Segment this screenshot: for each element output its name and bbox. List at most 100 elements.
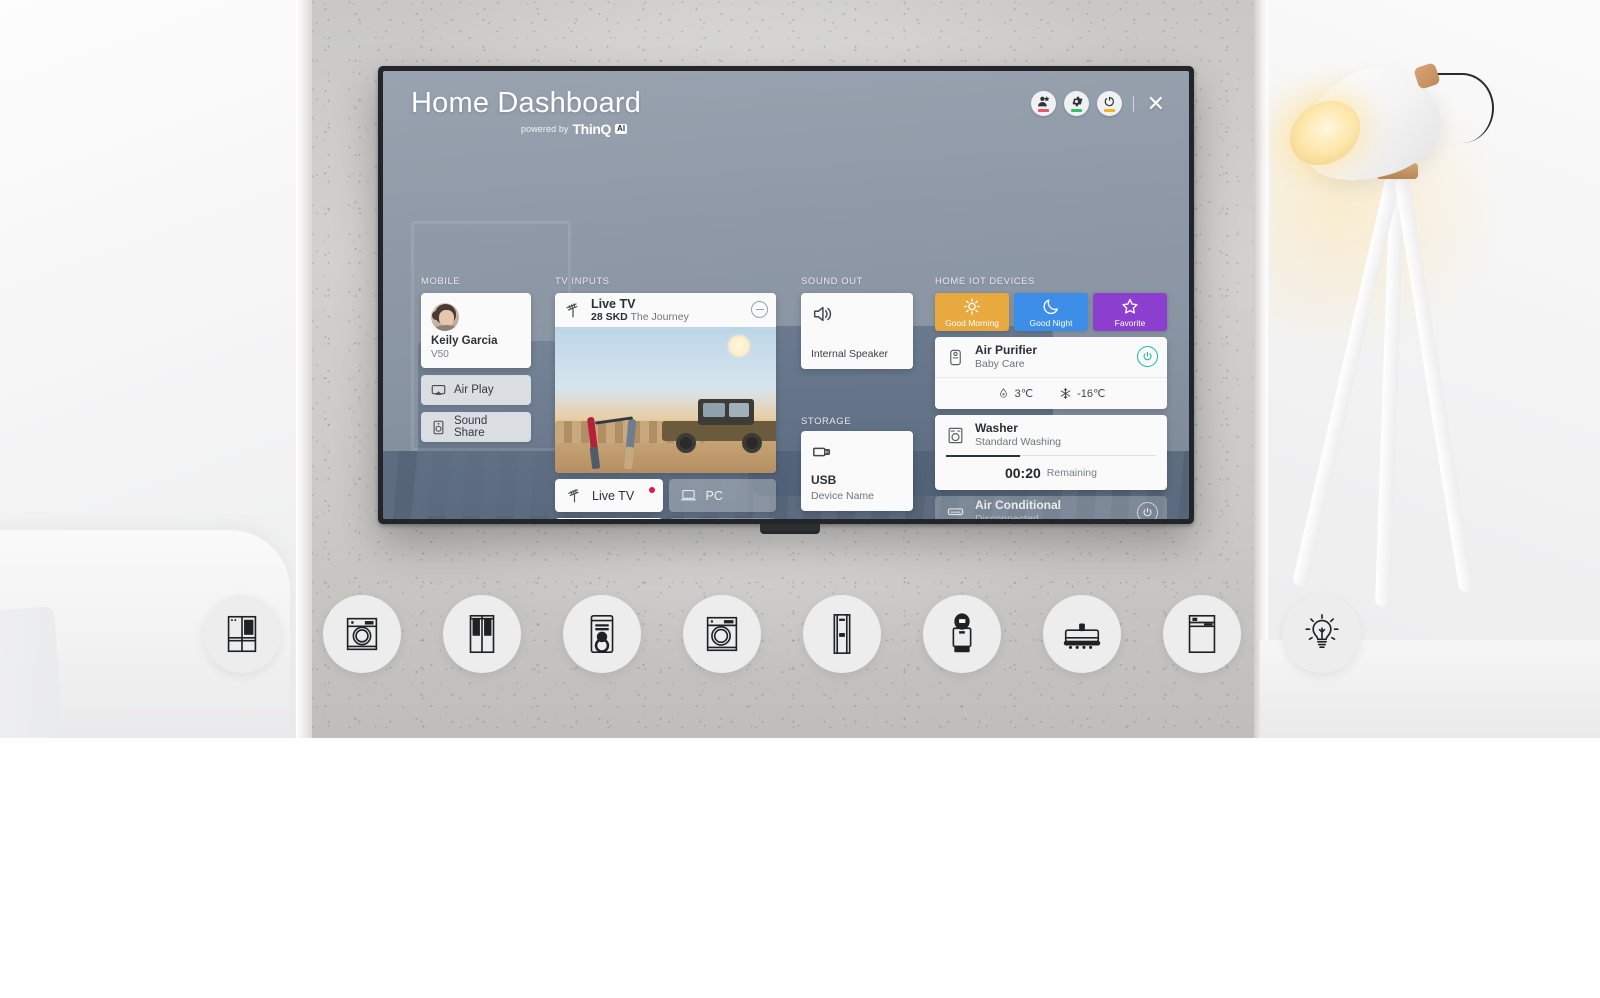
light-bulb-icon-button[interactable] [1283, 595, 1361, 673]
star-icon [1122, 298, 1138, 314]
styler-icon [1188, 614, 1216, 654]
laptop-icon [680, 489, 696, 501]
washer-title: Washer [975, 421, 1018, 436]
usb-device-name: Device Name [811, 490, 875, 502]
toolbar-divider [1132, 95, 1134, 112]
usb-icon [813, 447, 831, 457]
air-purifier-tower-icon-button[interactable] [563, 595, 641, 673]
air-purifier-card[interactable]: Air Purifier Baby Care 3℃ -16℃ [935, 337, 1167, 409]
humidity-value: 3℃ [1014, 388, 1034, 400]
air-purifier-mode: Baby Care [975, 357, 1025, 370]
air-conditional-status: Disconnected [975, 512, 1039, 519]
home-iot-section: Good Morning Good Night Favorite Air Pur… [935, 293, 1167, 519]
styler-icon-button[interactable] [1163, 595, 1241, 673]
air-conditional-power-button[interactable] [1137, 501, 1158, 519]
refrigerator-icon-button[interactable] [203, 595, 281, 673]
input-tile-live-tv[interactable]: Live TV [555, 479, 663, 512]
sound-share-button[interactable]: Sound Share [421, 412, 531, 442]
mobile-device-model: V50 [431, 349, 449, 360]
air-conditioner-icon [833, 614, 851, 654]
air-play-button[interactable]: Air Play [421, 375, 531, 405]
washer-time-value: 00:20 [1004, 464, 1041, 481]
temperature-value: -16℃ [1077, 388, 1106, 400]
washer-time-remaining: 00:20 Remaining [935, 456, 1167, 490]
air-conditioner-icon-button[interactable] [803, 595, 881, 673]
ai-badge: AI [614, 124, 628, 134]
washing-machine-icon-button[interactable] [323, 595, 401, 673]
live-badge-dot [648, 487, 655, 493]
snowflake-icon [1060, 387, 1071, 400]
air-conditional-card[interactable]: Air Conditional Disconnected [935, 495, 1167, 519]
temperature-stat: -16℃ [1059, 387, 1105, 400]
air-purifier-icon-button[interactable] [923, 595, 1001, 673]
powered-by-thinq: powered by ThinQ AI [521, 121, 628, 137]
washer-card[interactable]: Washer Standard Washing 00:20 Remaining [935, 415, 1167, 490]
tv-screen: Home Dashboard powered by ThinQ AI ✕ MOB… [383, 71, 1189, 519]
power-icon [1143, 351, 1152, 361]
section-label-home-iot: HOME IOT DEVICES [935, 276, 1035, 287]
airplay-icon [431, 384, 446, 395]
antenna-icon [568, 489, 579, 503]
input-tile-hdmi-2[interactable]: HDMI 2 [668, 518, 776, 519]
settings-button[interactable] [1063, 91, 1089, 116]
gear-icon [1071, 96, 1083, 106]
robot-vacuum-icon-button[interactable] [1043, 595, 1121, 673]
refresh-icon [1104, 96, 1114, 106]
live-tv-subtitle: 28 SKD The Journey [591, 311, 689, 324]
powered-by-label: powered by [521, 124, 569, 134]
side-by-side-refrigerator-icon-button[interactable] [443, 595, 521, 673]
mobile-device-card[interactable]: Keily Garcia V50 [421, 293, 531, 368]
refresh-button[interactable] [1096, 91, 1122, 116]
moon-icon [1043, 299, 1059, 315]
input-tile-label: Live TV [592, 488, 635, 503]
air-purifier-power-button[interactable] [1137, 346, 1158, 367]
light-bulb-icon [1305, 614, 1339, 649]
humidity-icon [999, 388, 1007, 398]
page-bottom-whitespace [0, 738, 1600, 998]
live-tv-header: Live TV 28 SKD The Journey [555, 293, 776, 327]
mobile-user-name: Keily Garcia [431, 335, 498, 347]
tv-inputs-section: Live TV 28 SKD The Journey Live TV PC [555, 293, 776, 519]
thinq-wordmark: ThinQ [572, 121, 612, 137]
user-icon [1037, 95, 1050, 107]
live-tv-preview-card[interactable]: Live TV 28 SKD The Journey [555, 293, 776, 473]
scene-label: Favorite [1114, 318, 1146, 328]
live-tv-thumbnail [555, 327, 776, 473]
scene-button-row: Good Morning Good Night Favorite [935, 293, 1167, 331]
input-tile-pc[interactable]: PC [668, 479, 776, 512]
section-label-mobile: MOBILE [421, 276, 461, 287]
floor-lamp [1277, 45, 1590, 665]
sound-share-label: Sound Share [453, 415, 488, 439]
remove-input-button[interactable] [751, 301, 768, 318]
input-tile-grid: Live TV PC [555, 479, 776, 519]
scene-label: Good Night [1029, 318, 1073, 328]
front-load-washer-icon-button[interactable] [683, 595, 761, 673]
television: Home Dashboard powered by ThinQ AI ✕ MOB… [378, 66, 1194, 524]
close-button[interactable]: ✕ [1145, 92, 1167, 115]
washing-machine-icon [346, 617, 378, 651]
sound-out-section: Internal Speaker [801, 293, 913, 369]
lamp-leg [1394, 175, 1475, 594]
ac-icon [947, 507, 964, 515]
air-purifier-icon [950, 349, 961, 365]
refresh-accent-bar [1103, 109, 1115, 113]
scene-good-morning-button[interactable]: Good Morning [935, 293, 1009, 331]
washer-mode: Standard Washing [975, 435, 1061, 448]
sound-out-card[interactable]: Internal Speaker [801, 293, 913, 369]
sound-out-device-name: Internal Speaker [811, 348, 889, 360]
user-profile-button[interactable] [1030, 91, 1056, 116]
scene-favorite-button[interactable]: Favorite [1093, 293, 1167, 331]
washer-remaining-label: Remaining [1046, 466, 1097, 479]
dashboard-toolbar: ✕ [1030, 91, 1167, 116]
speaker-icon [813, 306, 832, 322]
input-tile-hdmi-1[interactable]: HDMI 1 [555, 518, 663, 519]
antenna-icon [566, 303, 578, 318]
avatar [431, 303, 459, 331]
scene-good-night-button[interactable]: Good Night [1014, 293, 1088, 331]
usb-storage-card[interactable]: USB Device Name [801, 431, 913, 511]
robot-vacuum-icon [1063, 623, 1101, 649]
settings-accent-bar [1070, 109, 1082, 113]
home-dashboard-overlay: Home Dashboard powered by ThinQ AI ✕ MOB… [383, 71, 1189, 519]
input-tile-label: PC [705, 488, 723, 503]
section-label-sound-out: SOUND OUT [801, 276, 863, 287]
